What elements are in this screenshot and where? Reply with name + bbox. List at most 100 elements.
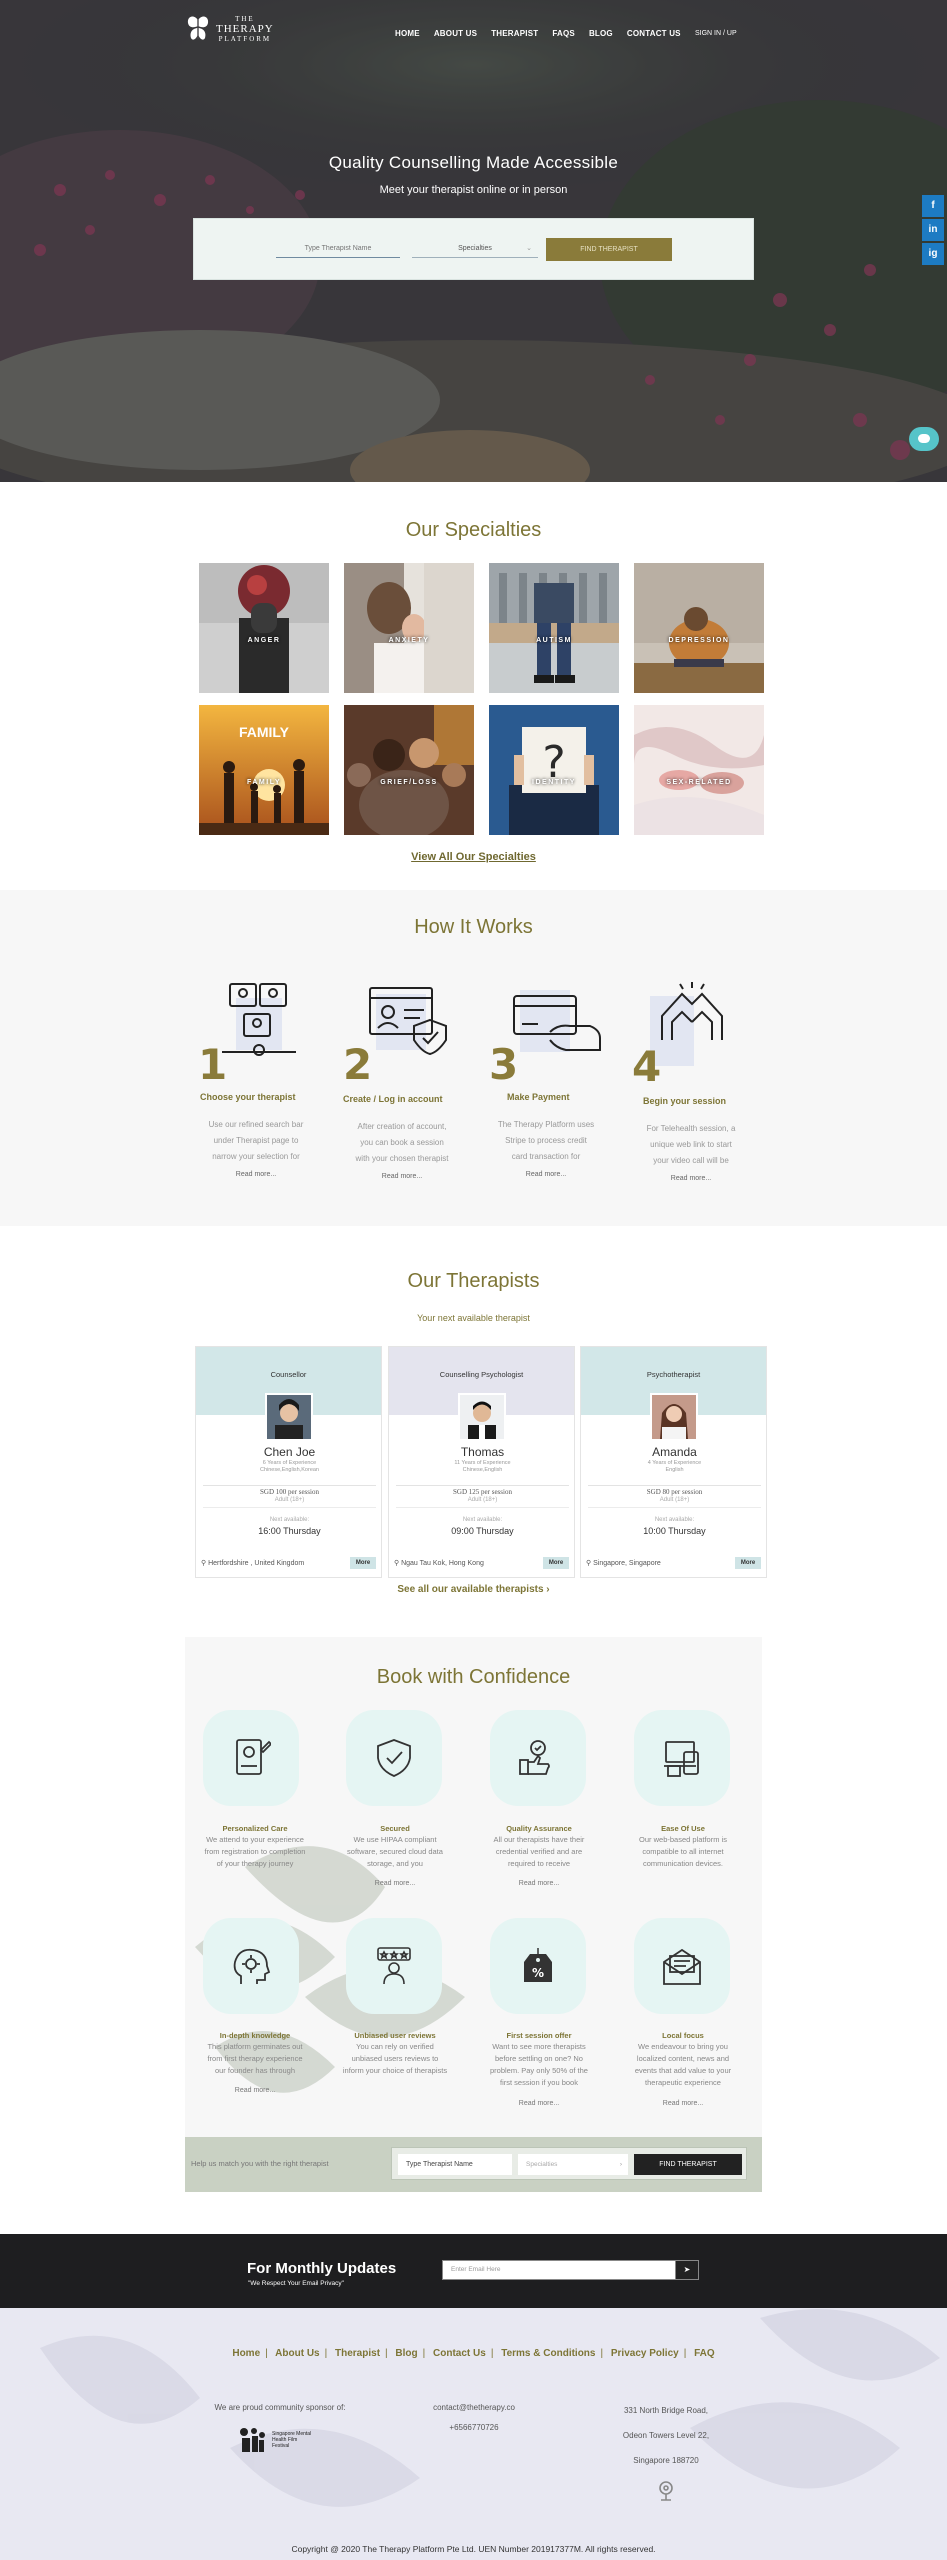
- therapist-meta: 11 Years of Experience Chinese,English: [454, 1460, 511, 1473]
- sex-related-image: [634, 705, 764, 835]
- location-pin-icon: ⚲: [394, 1560, 400, 1567]
- therapists-subtitle: Your next available therapist: [417, 1313, 530, 1323]
- therapist-name-input[interactable]: Type Therapist Name: [398, 2154, 512, 2175]
- chevron-down-icon: ⌄: [526, 245, 532, 252]
- find-therapist-button[interactable]: FIND THERAPIST: [634, 2154, 742, 2175]
- read-more-link[interactable]: Read more...: [631, 1175, 751, 1182]
- specialty-family[interactable]: FAMILY FAMILY: [199, 705, 329, 835]
- read-more-link[interactable]: Read more...: [613, 2100, 753, 2107]
- therapist-avatar: [458, 1393, 506, 1441]
- therapist-chat-icon: [222, 983, 296, 1056]
- send-icon[interactable]: ➤: [675, 2260, 699, 2280]
- read-more-link[interactable]: Read more...: [469, 1880, 609, 1887]
- feature-title: Quality Assurance: [506, 1824, 572, 1833]
- read-more-link[interactable]: Read more...: [325, 1880, 465, 1887]
- footer-link-blog[interactable]: Blog: [395, 2348, 417, 2359]
- specialties-select[interactable]: Specialties ⌄: [412, 240, 538, 258]
- map-pin-icon[interactable]: [657, 2480, 675, 2502]
- discount-tag-icon: %: [524, 1948, 552, 1982]
- hero-search-box: Specialties ⌄ FIND THERAPIST: [193, 218, 754, 280]
- copyright-text: Copyright @ 2020 The Therapy Platform Pt…: [291, 2544, 656, 2554]
- specialty-depression[interactable]: DEPRESSION: [634, 563, 764, 693]
- nav-home[interactable]: HOME: [395, 29, 420, 38]
- feature-icon-box: %: [490, 1918, 586, 2014]
- devices-icon: [664, 1741, 699, 1777]
- sign-in-link[interactable]: SIGN IN / UP: [695, 30, 737, 37]
- specialty-sex-related[interactable]: SEX-RELATED: [634, 705, 764, 835]
- more-button[interactable]: More: [735, 1557, 761, 1569]
- therapist-name-input[interactable]: [276, 240, 400, 258]
- therapist-card[interactable]: Psychotherapist Amanda 4 Years of Experi…: [580, 1346, 767, 1578]
- brain-gear-icon: [233, 1948, 271, 1984]
- read-more-link[interactable]: Read more...: [196, 1171, 316, 1178]
- specialty-label: FAMILY: [246, 779, 282, 786]
- find-therapist-button[interactable]: FIND THERAPIST: [546, 238, 672, 261]
- therapist-card[interactable]: Counsellor Chen Joe 6 Years of Experienc…: [195, 1346, 382, 1578]
- butterfly-logo-icon: [187, 16, 209, 40]
- instagram-icon[interactable]: ig: [922, 243, 944, 265]
- contact-email[interactable]: contact@thetherapy.co: [412, 2398, 536, 2418]
- specialty-label: GRIEF/LOSS: [380, 779, 438, 786]
- footer-link-therapist[interactable]: Therapist: [335, 2348, 380, 2359]
- therapist-location: ⚲ Singapore, Singapore: [586, 1560, 661, 1567]
- next-available-label: Next available:: [269, 1517, 310, 1523]
- read-more-link[interactable]: Read more...: [342, 1173, 462, 1180]
- read-more-link[interactable]: Read more...: [486, 1171, 606, 1178]
- newsletter-email-input[interactable]: Enter Email Here: [442, 2260, 676, 2280]
- specialty-autism[interactable]: AUTISM: [489, 563, 619, 693]
- specialty-identity[interactable]: ? IDENTITY: [489, 705, 619, 835]
- footer-link-home[interactable]: Home: [232, 2348, 260, 2359]
- nav-therapist[interactable]: THERAPIST: [491, 29, 538, 38]
- contact-phone[interactable]: +6566770726: [412, 2418, 536, 2438]
- view-all-specialties-link[interactable]: View All Our Specialties: [0, 851, 947, 863]
- next-available-label: Next available:: [654, 1517, 695, 1523]
- specialties-select-value: Specialties: [458, 245, 492, 252]
- therapist-name: Thomas: [460, 1445, 505, 1459]
- facebook-icon[interactable]: f: [922, 195, 944, 217]
- footer-link-faq[interactable]: FAQ: [694, 2348, 715, 2359]
- divider: [588, 1485, 761, 1486]
- feature-title: Local focus: [662, 2031, 704, 2040]
- family-sign-text: FAMILY: [239, 724, 290, 740]
- divider: [396, 1507, 569, 1508]
- nav-blog[interactable]: BLOG: [589, 29, 613, 38]
- footer-link-terms[interactable]: Terms & Conditions: [501, 2348, 595, 2359]
- feature-text: We use HIPAA compliant software, secured …: [347, 1835, 443, 1868]
- specialties-select[interactable]: Specialties ›: [518, 2154, 628, 2175]
- step-title: Make Payment: [507, 1092, 570, 1102]
- therapist-price: SGD 80 per session: [646, 1488, 703, 1496]
- nav-about-us[interactable]: ABOUT US: [434, 29, 477, 38]
- envelope-icon: [663, 1948, 701, 1985]
- nav-contact-us[interactable]: CONTACT US: [627, 29, 681, 38]
- specialty-grief-loss[interactable]: GRIEF/LOSS: [344, 705, 474, 835]
- login-account-icon: [369, 987, 447, 1056]
- specialty-anxiety[interactable]: ANXIETY: [344, 563, 474, 693]
- footer-link-privacy[interactable]: Privacy Policy: [611, 2348, 679, 2359]
- specialties-title: Our Specialties: [405, 519, 542, 541]
- linkedin-icon[interactable]: in: [922, 219, 944, 241]
- see-all-therapists-link[interactable]: See all our available therapists ›: [0, 1584, 947, 1595]
- book-confidence-title: Book with Confidence: [376, 1666, 571, 1688]
- feature-title: In-depth knowledge: [219, 2031, 291, 2040]
- feature-text: We attend to your experience from registr…: [204, 1835, 306, 1868]
- footer-link-about-us[interactable]: About Us: [275, 2348, 319, 2359]
- therapist-card[interactable]: Counselling Psychologist Thomas 11 Years…: [388, 1346, 575, 1578]
- nav-faqs[interactable]: FAQS: [552, 29, 575, 38]
- sponsor-logo[interactable]: Singapore Mental Health Film Festival: [238, 2426, 314, 2454]
- more-button[interactable]: More: [543, 1557, 569, 1569]
- logo-therapy: THERAPY: [216, 23, 274, 35]
- hero-title: Quality Counselling Made Accessible: [328, 153, 619, 172]
- site-logo[interactable]: THE THERAPY PLATFORM: [186, 14, 274, 44]
- identity-image: ?: [489, 705, 619, 835]
- more-button[interactable]: More: [350, 1557, 376, 1569]
- specialty-anger[interactable]: ANGER: [199, 563, 329, 693]
- footer-link-contact-us[interactable]: Contact Us: [433, 2348, 486, 2359]
- divider: [396, 1485, 569, 1486]
- read-more-link[interactable]: Read more...: [469, 2100, 609, 2107]
- match-search-box: Type Therapist Name Specialties › FIND TH…: [391, 2147, 747, 2180]
- specialties-select-value: Specialties: [526, 2161, 558, 2168]
- sponsor-label: We are proud community sponsor of:: [214, 2403, 346, 2412]
- read-more-link[interactable]: Read more...: [185, 2087, 325, 2094]
- chat-bubble-icon[interactable]: [909, 427, 939, 451]
- location-pin-icon: ⚲: [586, 1560, 592, 1567]
